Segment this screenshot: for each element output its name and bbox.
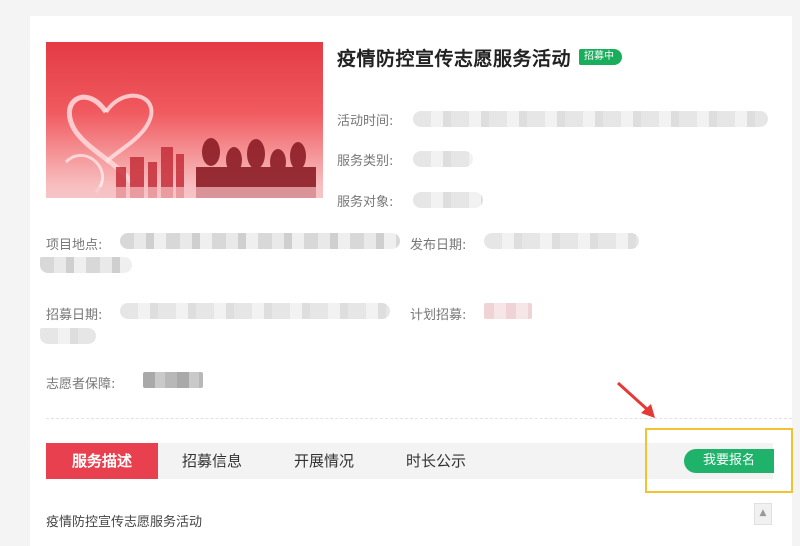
planned-recruit-value: [484, 303, 532, 319]
recruit-date-value: [120, 303, 390, 319]
description-text: 疫情防控宣传志愿服务活动: [46, 515, 203, 530]
section-divider: [46, 418, 792, 419]
planned-recruit-label: 计划招募:: [410, 308, 467, 323]
project-location-label: 项目地点:: [46, 238, 103, 253]
publish-date-value: [484, 233, 639, 249]
arrow-pointer-icon: [616, 381, 655, 418]
tab-hours-public[interactable]: 时长公示: [396, 443, 476, 479]
tab-progress[interactable]: 开展情况: [284, 443, 364, 479]
title-row: 疫情防控宣传志愿服务活动 招募中: [337, 42, 623, 72]
service-category-label: 服务类别:: [337, 154, 394, 169]
service-target-label: 服务对象:: [337, 195, 394, 210]
activity-banner-image: [46, 42, 323, 198]
recruit-date-value-line2: [40, 328, 96, 344]
tab-recruit-info[interactable]: 招募信息: [172, 443, 252, 479]
recruit-date-label: 招募日期:: [46, 308, 103, 323]
publish-date-label: 发布日期:: [410, 238, 467, 253]
activity-time-label: 活动时间:: [337, 114, 394, 129]
activity-title: 疫情防控宣传志愿服务活动: [337, 47, 572, 70]
project-location-value-line2: [40, 257, 132, 273]
signup-highlight-box: [645, 428, 793, 493]
volunteer-guarantee-value: [143, 372, 203, 388]
service-category-value: [413, 151, 473, 167]
tab-service-description[interactable]: 服务描述: [46, 443, 158, 479]
status-badge: 招募中: [579, 49, 623, 65]
activity-time-value: [413, 111, 768, 127]
activity-detail-card: 疫情防控宣传志愿服务活动 招募中 活动时间: 服务类别: 服务对象: 项目地点:…: [30, 16, 793, 546]
volunteer-guarantee-label: 志愿者保障:: [46, 377, 116, 392]
scroll-up-icon[interactable]: ▲: [754, 503, 772, 525]
project-location-value: [120, 233, 400, 249]
service-target-value: [413, 192, 483, 208]
